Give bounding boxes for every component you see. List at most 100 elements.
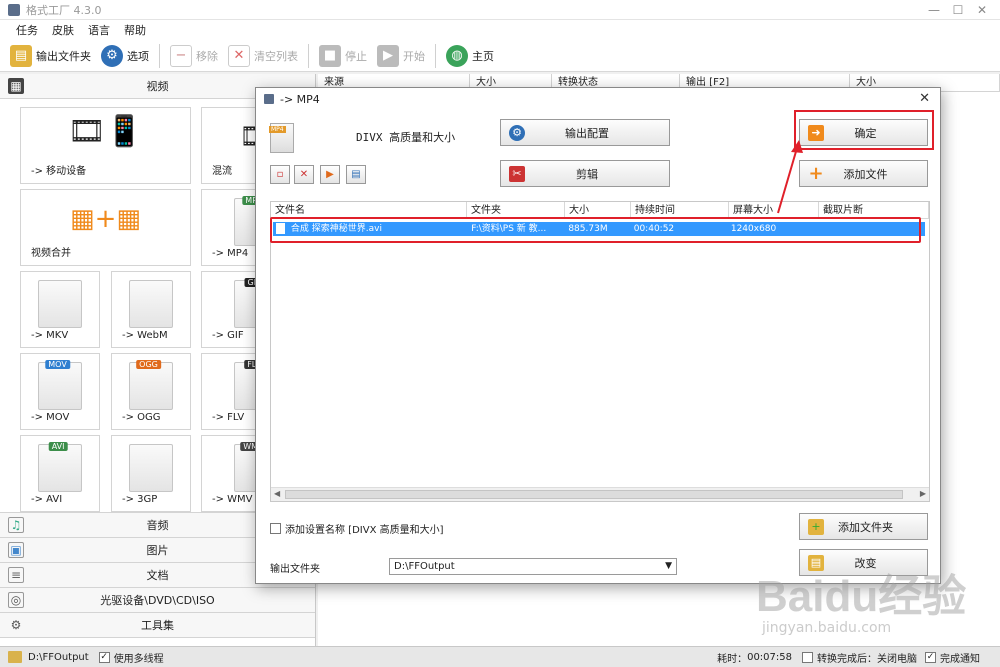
col-clip[interactable]: 截取片断 xyxy=(819,202,929,218)
output-folder-value: D:\FFOutput xyxy=(394,561,455,572)
baidu-logo: Baidu经验 xyxy=(756,572,967,621)
stop-label: 停止 xyxy=(345,49,367,63)
menu-language[interactable]: 语言 xyxy=(88,22,110,38)
col-screen-size[interactable]: 屏幕大小 xyxy=(729,202,819,218)
clear-list-label: 清空列表 xyxy=(254,49,298,63)
tile-webm[interactable]: -> WebM xyxy=(111,271,191,348)
multithread-checkbox[interactable]: ✓ xyxy=(98,651,110,663)
tile-mobile-label: -> 移动设备 xyxy=(31,166,87,177)
scroll-right-icon[interactable]: ▶ xyxy=(920,489,926,498)
status-bar: D:\FFOutput ✓ 使用多线程 耗时： 00:07:58 转换完成后：关… xyxy=(0,646,1000,667)
output-folder-select[interactable]: D:\FFOutput ▼ xyxy=(389,558,677,575)
remove-icon: − xyxy=(170,44,192,67)
menu-bar: 任务 皮肤 语言 帮助 xyxy=(0,20,1000,40)
info-icon: ▤ xyxy=(351,169,361,180)
profile-name: DIVX 高质量和大小 xyxy=(356,131,456,144)
menu-skin[interactable]: 皮肤 xyxy=(52,22,74,38)
shutdown-checkbox[interactable] xyxy=(802,651,813,663)
elapsed-label: 耗时： xyxy=(717,653,748,665)
mobile-devices-icon: 🎞📱 xyxy=(67,114,144,149)
col-file-size[interactable]: 大小 xyxy=(565,202,631,218)
play-icon: ▶ xyxy=(326,169,334,180)
home-button[interactable]: ◍ 主页 xyxy=(446,43,494,69)
merge-icon: ▦+▦ xyxy=(70,204,141,234)
tile-mov[interactable]: MOV -> MOV xyxy=(20,353,100,430)
menu-help[interactable]: 帮助 xyxy=(124,22,146,38)
options-label: 选项 xyxy=(127,49,149,63)
output-config-label: 输出配置 xyxy=(565,126,609,140)
category-tools[interactable]: ⚙ 工具集 xyxy=(0,613,315,638)
output-folder-button[interactable]: ▤ 输出文件夹 xyxy=(10,43,91,69)
multithread-label: 使用多线程 xyxy=(113,653,164,665)
close-icon[interactable]: ✕ xyxy=(970,0,994,20)
tile-avi[interactable]: AVI -> AVI xyxy=(20,435,100,512)
options-button[interactable]: ⚙ 选项 xyxy=(101,43,149,69)
file-list: 文件名 文件夹 大小 持续时间 屏幕大小 截取片断 合成 探索神秘世界.avi … xyxy=(270,201,930,502)
title-bar: 格式工厂 4.3.0 — ☐ ✕ xyxy=(0,0,1000,20)
mp4-format-icon: MP4 xyxy=(269,123,294,153)
save-setting-name-toggle[interactable]: 添加设置名称 [DIVX 高质量和大小] xyxy=(270,521,444,536)
remove-file-icon: ▫ xyxy=(276,169,284,180)
folder-icon: ▤ xyxy=(10,44,32,67)
tile-mkv[interactable]: -> MKV xyxy=(20,271,100,348)
tile-avi-label: -> AVI xyxy=(31,494,63,505)
stop-button[interactable]: ■ 停止 xyxy=(319,43,367,69)
play-button[interactable]: ▶ xyxy=(320,165,340,184)
close-icon[interactable]: ✕ xyxy=(919,91,930,106)
mov-tag: MOV xyxy=(45,360,70,369)
format-tag: MP4 xyxy=(269,126,286,133)
edit-button[interactable]: ✂ 剪辑 xyxy=(500,160,670,187)
shutdown-toggle[interactable]: 转换完成后：关闭电脑 xyxy=(802,650,917,665)
clear-files-button[interactable]: ✕ xyxy=(294,165,314,184)
multithread-toggle[interactable]: ✓ 使用多线程 xyxy=(98,650,164,665)
scrollbar-thumb[interactable] xyxy=(285,490,903,499)
scroll-left-icon[interactable]: ◀ xyxy=(274,489,280,498)
tile-3gp[interactable]: -> 3GP xyxy=(111,435,191,512)
menu-task[interactable]: 任务 xyxy=(16,22,38,38)
ogg-tag: OGG xyxy=(136,360,161,369)
start-button[interactable]: ▶ 开始 xyxy=(377,43,425,69)
save-setting-checkbox[interactable] xyxy=(270,523,281,534)
remove-file-button[interactable]: ▫ xyxy=(270,165,290,184)
add-folder-label: 添加文件夹 xyxy=(838,520,893,534)
notify-toggle[interactable]: ✓ 完成通知 xyxy=(925,650,980,665)
horizontal-scrollbar[interactable]: ◀ ▶ xyxy=(271,487,929,501)
col-filename[interactable]: 文件名 xyxy=(271,202,467,218)
dialog-title: -> MP4 xyxy=(280,92,320,106)
output-config-button[interactable]: ⚙ 输出配置 xyxy=(500,119,670,146)
tile-webm-label: -> WebM xyxy=(122,330,168,341)
tile-ogg-label: -> OGG xyxy=(122,412,161,423)
clear-list-button[interactable]: ✕ 清空列表 xyxy=(228,43,298,69)
3gp-file-icon xyxy=(129,444,173,492)
add-folder-icon: + xyxy=(808,518,824,535)
clear-files-icon: ✕ xyxy=(299,169,309,180)
file-row-highlight xyxy=(270,217,921,243)
remove-button[interactable]: − 移除 xyxy=(170,43,218,69)
tile-mkv-label: -> MKV xyxy=(31,330,69,341)
tile-merge-label: 视频合并 xyxy=(31,248,71,259)
tile-gif-label: -> GIF xyxy=(212,330,244,341)
add-file-button[interactable]: + 添加文件 xyxy=(799,160,928,187)
notify-checkbox[interactable]: ✓ xyxy=(925,651,936,663)
info-button[interactable]: ▤ xyxy=(346,165,366,184)
tile-merge[interactable]: ▦+▦ 视频合并 xyxy=(20,189,191,266)
tile-ogg[interactable]: OGG -> OGG xyxy=(111,353,191,430)
add-folder-button[interactable]: + 添加文件夹 xyxy=(799,513,928,540)
plus-icon: + xyxy=(808,163,824,184)
globe-icon: ◍ xyxy=(446,44,468,67)
tile-mobile[interactable]: 🎞📱 -> 移动设备 xyxy=(20,107,191,184)
col-duration[interactable]: 持续时间 xyxy=(631,202,729,218)
tile-mix-label: 混流 xyxy=(212,166,232,177)
toolbar: ▤ 输出文件夹 ⚙ 选项 − 移除 ✕ 清空列表 ■ 停止 ▶ 开始 ◍ 主页 xyxy=(0,40,1000,72)
output-folder-label: 输出文件夹 xyxy=(36,49,91,63)
minimize-icon[interactable]: — xyxy=(922,0,946,20)
category-disc[interactable]: ◎ 光驱设备\DVD\CD\ISO xyxy=(0,588,315,613)
tile-mp4-label: -> MP4 xyxy=(212,248,249,259)
tile-flv-label: -> FLV xyxy=(212,412,245,423)
col-folder[interactable]: 文件夹 xyxy=(467,202,565,218)
maximize-icon[interactable]: ☐ xyxy=(946,0,970,20)
tile-wmv-label: -> WMV xyxy=(212,494,253,505)
folder-icon xyxy=(8,651,22,663)
remove-label: 移除 xyxy=(196,49,218,63)
shutdown-label: 转换完成后：关闭电脑 xyxy=(817,653,917,665)
